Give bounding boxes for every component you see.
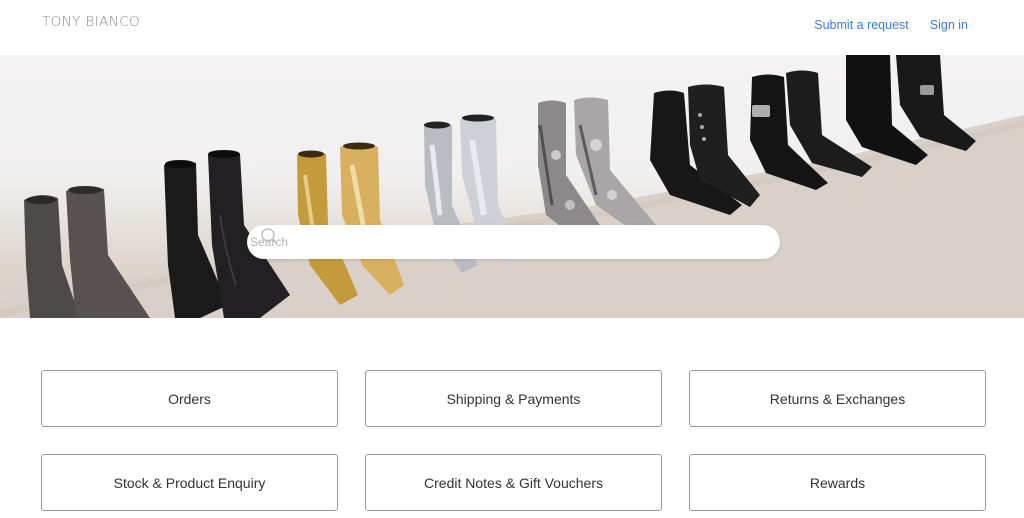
search-icon	[261, 228, 278, 245]
search-bar[interactable]	[247, 225, 780, 259]
header-nav: Submit a request Sign in	[814, 18, 968, 32]
category-shipping-payments[interactable]: Shipping & Payments	[365, 370, 662, 427]
category-stock-product-enquiry[interactable]: Stock & Product Enquiry	[41, 454, 338, 511]
category-credit-notes-gift-vouchers[interactable]: Credit Notes & Gift Vouchers	[365, 454, 662, 511]
submit-request-link[interactable]: Submit a request	[814, 18, 909, 32]
hero-boots-image	[0, 55, 1024, 318]
category-returns-exchanges[interactable]: Returns & Exchanges	[689, 370, 986, 427]
site-header: TONY BIANCO Submit a request Sign in	[0, 0, 1024, 55]
category-grid: Orders Shipping & Payments Returns & Exc…	[41, 370, 986, 511]
brand-logo[interactable]: TONY BIANCO	[42, 14, 140, 30]
sign-in-link[interactable]: Sign in	[930, 18, 968, 32]
category-orders[interactable]: Orders	[41, 370, 338, 427]
grey-suede-boots	[24, 186, 150, 318]
search-input[interactable]	[250, 227, 780, 257]
category-rewards[interactable]: Rewards	[689, 454, 986, 511]
hero-banner	[0, 55, 1024, 318]
